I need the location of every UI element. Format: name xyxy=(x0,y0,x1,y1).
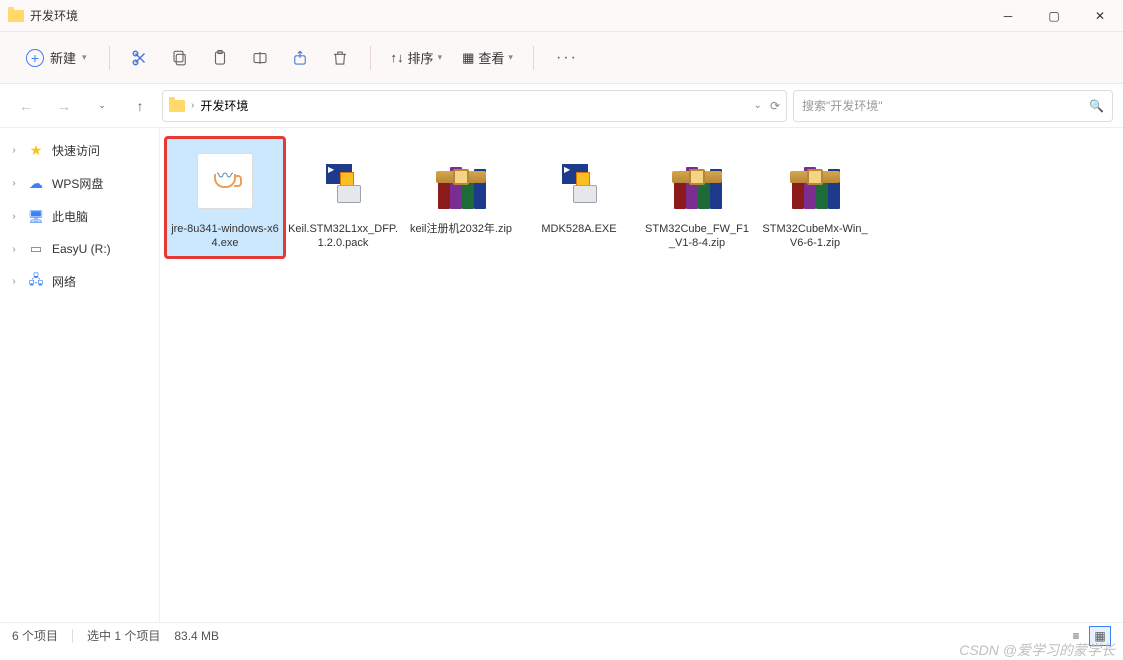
forward-button[interactable]: → xyxy=(48,90,80,122)
cloud-icon: ☁ xyxy=(28,176,44,192)
sidebar-item-3[interactable]: › ▭ EasyU (R:) xyxy=(0,233,159,265)
divider xyxy=(109,46,110,70)
file-item[interactable]: 〰 jre-8u341-windows-x64.exe xyxy=(166,138,284,257)
search-icon: 🔍 xyxy=(1089,99,1104,113)
file-item[interactable]: STM32Cube_FW_F1_V1-8-4.zip xyxy=(638,138,756,257)
status-size: 83.4 MB xyxy=(174,629,219,643)
paste-button[interactable] xyxy=(202,40,238,76)
file-name: MDK528A.EXE xyxy=(541,222,616,236)
address-bar[interactable]: › 开发环境 ⌄ ⟳ xyxy=(162,90,787,122)
file-name: STM32CubeMx-Win_V6-6-1.zip xyxy=(760,222,870,251)
file-name: keil注册机2032年.zip xyxy=(410,222,512,236)
rar-icon xyxy=(662,146,732,216)
maximize-button[interactable]: ▢ xyxy=(1031,0,1077,32)
more-button[interactable]: ··· xyxy=(546,43,588,73)
rar-icon xyxy=(780,146,850,216)
sidebar-item-label: 此电脑 xyxy=(52,208,88,225)
status-selection: 选中 1 个项目 xyxy=(87,627,160,644)
folder-icon xyxy=(169,100,185,112)
divider xyxy=(370,46,371,70)
titlebar: 开发环境 ─ ▢ ✕ xyxy=(0,0,1123,32)
file-name: jre-8u341-windows-x64.exe xyxy=(170,222,280,251)
file-item[interactable]: MDK528A.EXE xyxy=(520,138,638,257)
sidebar: › ★ 快速访问› ☁ WPS网盘› 🖥 此电脑› ▭ EasyU (R:)› … xyxy=(0,128,160,630)
new-button[interactable]: + 新建 ▾ xyxy=(16,42,97,73)
view-label: 查看 xyxy=(478,48,504,67)
rename-button[interactable] xyxy=(242,40,278,76)
sidebar-item-2[interactable]: › 🖥 此电脑 xyxy=(0,200,159,233)
refresh-button[interactable]: ⟳ xyxy=(770,99,780,113)
minimize-button[interactable]: ─ xyxy=(985,0,1031,32)
expand-icon: › xyxy=(8,145,20,156)
new-label: 新建 xyxy=(50,48,76,67)
back-button[interactable]: ← xyxy=(10,90,42,122)
copy-icon xyxy=(171,49,189,67)
sidebar-item-label: 快速访问 xyxy=(52,142,100,159)
trash-icon xyxy=(331,49,349,67)
copy-button[interactable] xyxy=(162,40,198,76)
disk-icon: ▭ xyxy=(28,241,44,257)
java-icon: 〰 xyxy=(190,146,260,216)
file-name: Keil.STM32L1xx_DFP.1.2.0.pack xyxy=(288,222,398,251)
watermark: CSDN @爱学习的蒙学长 xyxy=(959,640,1115,660)
sidebar-item-label: 网络 xyxy=(52,273,76,290)
file-grid: 〰 jre-8u341-windows-x64.exe Keil.STM32L1… xyxy=(160,128,1123,630)
share-icon xyxy=(291,49,309,67)
installer-icon xyxy=(308,146,378,216)
sidebar-item-label: EasyU (R:) xyxy=(52,242,111,256)
expand-icon: › xyxy=(8,276,20,287)
plus-icon: + xyxy=(26,49,44,67)
rename-icon xyxy=(251,49,269,67)
sidebar-item-label: WPS网盘 xyxy=(52,175,103,192)
body: › ★ 快速访问› ☁ WPS网盘› 🖥 此电脑› ▭ EasyU (R:)› … xyxy=(0,128,1123,630)
search-placeholder: 搜索"开发环境" xyxy=(802,97,883,114)
navbar: ← → ⌄ ↑ › 开发环境 ⌄ ⟳ 搜索"开发环境" 🔍 xyxy=(0,84,1123,128)
file-item[interactable]: keil注册机2032年.zip xyxy=(402,138,520,257)
sidebar-item-0[interactable]: › ★ 快速访问 xyxy=(0,134,159,167)
net-icon: 🖧 xyxy=(28,274,44,290)
star-icon: ★ xyxy=(28,143,44,159)
search-input[interactable]: 搜索"开发环境" 🔍 xyxy=(793,90,1113,122)
toolbar: + 新建 ▾ ↑↓ 排序 ▾ ▦ 查看 ▾ ··· xyxy=(0,32,1123,84)
recent-dropdown[interactable]: ⌄ xyxy=(86,90,118,122)
sort-icon: ↑↓ xyxy=(391,50,404,65)
file-item[interactable]: STM32CubeMx-Win_V6-6-1.zip xyxy=(756,138,874,257)
window-controls: ─ ▢ ✕ xyxy=(985,0,1123,32)
chevron-right-icon: › xyxy=(191,100,194,111)
delete-button[interactable] xyxy=(322,40,358,76)
view-button[interactable]: ▦ 查看 ▾ xyxy=(454,42,521,73)
share-button[interactable] xyxy=(282,40,318,76)
installer-icon xyxy=(544,146,614,216)
folder-icon xyxy=(8,10,24,22)
divider xyxy=(533,46,534,70)
paste-icon xyxy=(211,49,229,67)
address-location: 开发环境 xyxy=(200,97,248,114)
view-icon: ▦ xyxy=(462,50,474,66)
expand-icon: › xyxy=(8,178,20,189)
scissors-icon xyxy=(131,49,149,67)
sort-label: 排序 xyxy=(408,48,434,67)
sidebar-item-1[interactable]: › ☁ WPS网盘 xyxy=(0,167,159,200)
sidebar-item-4[interactable]: › 🖧 网络 xyxy=(0,265,159,298)
sort-button[interactable]: ↑↓ 排序 ▾ xyxy=(383,42,451,73)
chevron-down-icon[interactable]: ⌄ xyxy=(754,100,762,111)
cut-button[interactable] xyxy=(122,40,158,76)
close-button[interactable]: ✕ xyxy=(1077,0,1123,32)
pc-icon: 🖥 xyxy=(28,209,44,225)
status-item-count: 6 个项目 xyxy=(12,627,58,644)
statusbar: 6 个项目 选中 1 个项目 83.4 MB ≡ ▦ xyxy=(0,622,1123,648)
file-item[interactable]: Keil.STM32L1xx_DFP.1.2.0.pack xyxy=(284,138,402,257)
rar-icon xyxy=(426,146,496,216)
expand-icon: › xyxy=(8,244,20,255)
expand-icon: › xyxy=(8,211,20,222)
up-button[interactable]: ↑ xyxy=(124,90,156,122)
window-title: 开发环境 xyxy=(30,7,78,24)
file-name: STM32Cube_FW_F1_V1-8-4.zip xyxy=(642,222,752,251)
